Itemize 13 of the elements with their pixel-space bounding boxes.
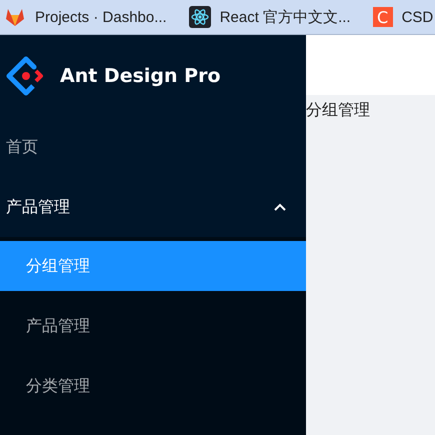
logo-icon (6, 56, 46, 96)
page-heading: 分组管理 (306, 100, 370, 119)
bookmark-icon: C (372, 7, 393, 27)
submenu-item[interactable]: 分类管理 (0, 361, 306, 411)
menu-item[interactable]: 首页 (0, 117, 306, 177)
bookmark-link[interactable]: React 官方中文文... (220, 8, 351, 26)
bookmark-link[interactable]: Projects · Dashbo... (35, 8, 167, 26)
app-title: Ant Design Pro (60, 65, 220, 87)
menu-item[interactable]: 产品管理 (0, 177, 306, 237)
chevron-icon (274, 203, 286, 211)
bookmark-link[interactable]: CSD (402, 8, 434, 26)
submenu-item[interactable]: 产品管理 (0, 301, 306, 351)
atom-icon (188, 6, 211, 28)
